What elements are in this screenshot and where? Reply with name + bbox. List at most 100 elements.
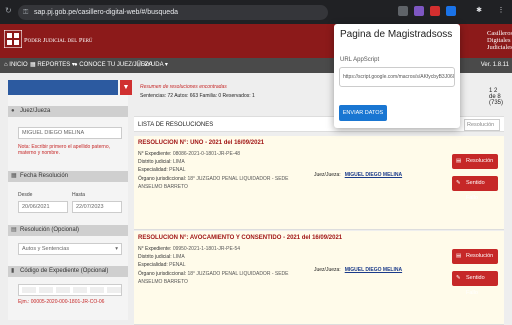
especialidad-value: PENAL [169, 167, 186, 173]
resolucion-button[interactable]: ▤ Resolución [452, 249, 498, 264]
extension-popup: Pagina de Magistradsoss URL AppScript ht… [334, 24, 460, 128]
menu-inicio[interactable]: ⌂ INICIO [4, 58, 28, 73]
sentido-fallo-button-label: Sentido Fallo [466, 180, 485, 201]
juez-section-head: ● Juez/Jueza [8, 106, 128, 117]
url-text: sap.pj.gob.pe/casillero-digital-web/#/bu… [34, 9, 178, 16]
doc-icon: ▤ [11, 227, 17, 233]
menu-reportes[interactable]: ▦ REPORTES ▾ [30, 58, 75, 73]
resolucion-head-label: Resolución (Opcional) [20, 227, 80, 233]
lock-icon: ⚿ [23, 9, 29, 16]
expediente-row: N° Expediente: 09950-2021-1-1801-JR-PE-5… [138, 246, 240, 252]
juez-link[interactable]: MIGUEL DIEGO MELINA [345, 172, 402, 178]
card-title[interactable]: RESOLUCION N°: AVOCAMIENTO Y CONSENTIDO … [138, 235, 342, 241]
fecha-head-label: Fecha Resolución [20, 173, 69, 179]
organo-label: Órgano jurisdiccional: [138, 271, 187, 277]
juez-label: Juez/Jueza: [314, 267, 341, 273]
resolucion-button[interactable]: ▤ Resolución [452, 154, 498, 169]
pj-title: Poder Judicial del Perú [24, 37, 93, 44]
organo-row: Órgano jurisdiccional: 18° JUZGADO PENAL… [138, 270, 308, 286]
expediente-row: N° Expediente: 08086-2021-0-1801-JR-PE-4… [138, 151, 240, 157]
menu-ayuda-label: AYUDA [143, 62, 164, 68]
popup-url-label: URL AppScript [340, 57, 380, 63]
expediente-label: N° Expediente: [138, 246, 172, 252]
results-summary: Resumen de resoluciones encontradas Sent… [140, 84, 255, 99]
resolucion-button-label: Resolución [466, 253, 494, 259]
distrito-row: Distrito judicial: LIMA [138, 254, 185, 260]
desde-label: Desde [18, 192, 33, 198]
juez-link[interactable]: MIGUEL DIEGO MELINA [345, 267, 402, 273]
edit-icon: ✎ [456, 275, 461, 281]
pj-logo-icon [4, 30, 22, 48]
organo-label: Órgano jurisdiccional: [138, 176, 187, 182]
hasta-input[interactable]: 22/07/2023 [72, 201, 122, 213]
back-icon[interactable]: ↻ [5, 6, 12, 15]
extension-icon-4[interactable] [446, 6, 456, 16]
menu-inicio-label: INICIO [9, 62, 28, 68]
especialidad-label: Especialidad: [138, 167, 168, 173]
pdf-icon: ▤ [456, 253, 462, 259]
resumen-text: Resumen de resoluciones encontradas [140, 84, 227, 90]
search-sidebar: ▼ ● Juez/Jueza MIGUEL DIEGO MELINA Nota: … [8, 80, 132, 320]
juez-row: Juez/Jueza: MIGUEL DIEGO MELINA [314, 172, 402, 178]
distrito-value: LIMA [173, 254, 185, 260]
extension-icon-1[interactable] [398, 6, 408, 16]
edit-icon: ✎ [456, 180, 461, 186]
calendar-icon: ▦ [11, 173, 17, 179]
expediente-value: 09950-2021-1-1801-JR-PE-54 [172, 246, 241, 252]
barcode-icon: ▮ [11, 268, 15, 274]
juez-note: Nota: Escribir primero el apellido pater… [18, 144, 110, 156]
sidebar-header[interactable] [8, 80, 118, 95]
especialidad-row: Especialidad: PENAL [138, 262, 186, 268]
user-icon: ● [11, 108, 15, 114]
sentencias-text: Sentencias: 72 Autos: 663 Familia: 0 Res… [140, 93, 255, 99]
distrito-label: Distrito judicial: [138, 159, 172, 165]
address-bar[interactable]: ⚿ sap.pj.gob.pe/casillero-digital-web/#/… [18, 5, 328, 20]
distrito-value: LIMA [173, 159, 185, 165]
expediente-label: N° Expediente: [138, 151, 172, 157]
hasta-label: Hasta [72, 192, 86, 198]
codigo-example: Ejm.: 00005-2020-000-1801-JR-CO-06 [18, 299, 105, 305]
codigo-segments [22, 285, 121, 293]
juez-row: Juez/Jueza: MIGUEL DIEGO MELINA [314, 267, 402, 273]
browser-toolbar: ↻ ⚿ sap.pj.gob.pe/casillero-digital-web/… [0, 0, 512, 24]
resolucion-select[interactable]: Autos y Sentencias ▾ [18, 243, 122, 255]
especialidad-row: Especialidad: PENAL [138, 167, 186, 173]
list-header-label: LISTA DE RESOLUCIONES [138, 122, 214, 128]
especialidad-value: PENAL [169, 262, 186, 268]
menu-reportes-label: REPORTES [37, 62, 71, 68]
sentido-fallo-button[interactable]: ✎ Sentido Fallo [452, 176, 498, 201]
filter-input[interactable]: Resolución [464, 119, 500, 131]
desde-input[interactable]: 20/06/2021 [18, 201, 68, 213]
pdf-icon: ▤ [456, 158, 462, 164]
version-label: Ver. 1.8.11 [480, 62, 509, 68]
pager[interactable]: 1 2 de 8 (735) [489, 88, 504, 106]
puzzle-icon[interactable]: ✱ [474, 6, 484, 16]
organo-row: Órgano jurisdiccional: 18° JUZGADO PENAL… [138, 175, 308, 191]
extension-icon-2[interactable] [414, 6, 424, 16]
expediente-value: 08086-2021-0-1801-JR-PE-48 [172, 151, 241, 157]
popup-title: Pagina de Magistradsoss [340, 29, 453, 40]
card-title[interactable]: RESOLUCION N°: UNO - 2021 del 16/09/2021 [138, 140, 264, 146]
extension-icon-3[interactable] [430, 6, 440, 16]
sentido-fallo-button[interactable]: ✎ Sentido Fallo [452, 271, 498, 296]
enviar-datos-button[interactable]: ENVIAR DATOS [339, 105, 387, 121]
resolution-card: RESOLUCION N°: UNO - 2021 del 16/09/2021… [134, 136, 504, 230]
appscript-url-input[interactable]: https://script.google.com/macros/s/AKfyc… [339, 67, 455, 87]
cd-title: Casilleros Digitales Judiciales [487, 30, 512, 51]
codigo-input[interactable] [18, 284, 122, 296]
chevron-down-icon: ▾ [115, 246, 118, 252]
codigo-head-label: Código de Expediente (Opcional) [20, 268, 109, 274]
especialidad-label: Especialidad: [138, 262, 168, 268]
resolucion-button-label: Resolución [466, 158, 494, 164]
juez-label: Juez/Jueza: [314, 172, 341, 178]
resolution-card: RESOLUCION N°: AVOCAMIENTO Y CONSENTIDO … [134, 231, 504, 325]
menu-icon[interactable]: ⋮ [496, 6, 506, 16]
menu-ayuda[interactable]: ⓘ AYUDA ▾ [136, 58, 168, 73]
distrito-row: Distrito judicial: LIMA [138, 159, 185, 165]
resolucion-select-value: Autos y Sentencias [22, 246, 70, 252]
juez-input[interactable]: MIGUEL DIEGO MELINA [18, 127, 122, 139]
codigo-section-head: ▮ Código de Expediente (Opcional) [8, 266, 128, 277]
juez-head-label: Juez/Jueza [20, 108, 51, 114]
sentido-fallo-button-label: Sentido Fallo [466, 275, 485, 296]
filter-icon[interactable]: ▼ [120, 80, 132, 95]
